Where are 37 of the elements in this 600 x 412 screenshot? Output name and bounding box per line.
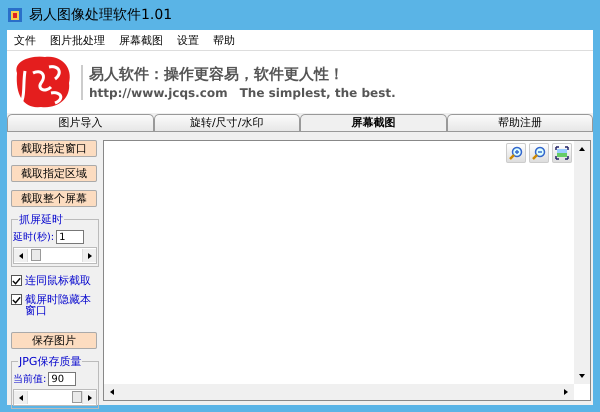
app-icon — [7, 7, 23, 23]
zoom-in-icon[interactable] — [506, 143, 526, 163]
menu-item[interactable]: 设置 — [170, 32, 206, 48]
capture-button[interactable]: 截取整个屏幕 — [11, 190, 97, 207]
checkbox-label: 连同鼠标截取 — [25, 275, 91, 286]
zoom-out-icon[interactable] — [529, 143, 549, 163]
tab[interactable]: 旋转/尺寸/水印 — [154, 114, 300, 131]
menu-item[interactable]: 屏幕截图 — [112, 32, 170, 48]
delay-field[interactable]: 1 — [56, 230, 84, 244]
group-title: JPG保存质量 — [18, 354, 82, 369]
horizontal-scrollbar[interactable] — [104, 384, 574, 400]
field-label: 当前值: — [13, 372, 46, 386]
checkbox[interactable] — [11, 275, 22, 286]
checkbox-label: 截屏时隐藏本窗口 — [25, 294, 92, 316]
quality-field[interactable]: 90 — [48, 372, 76, 386]
field-label: 延时(秒): — [13, 230, 54, 244]
menu-item[interactable]: 文件 — [7, 32, 43, 48]
menu-item[interactable]: 帮助 — [206, 32, 242, 48]
save-button[interactable]: 保存图片 — [11, 332, 97, 349]
motto: The simplest, the best. — [240, 86, 396, 100]
capture-button[interactable]: 截取指定区域 — [11, 165, 97, 182]
fit-image-icon[interactable] — [552, 143, 572, 163]
tab[interactable]: 图片导入 — [7, 114, 154, 131]
tab[interactable]: 屏幕截图 — [300, 114, 446, 131]
group-title: 抓屏延时 — [18, 212, 64, 227]
menu-item[interactable]: 图片批处理 — [43, 32, 112, 48]
checkbox[interactable] — [11, 294, 22, 305]
slider[interactable] — [13, 247, 97, 264]
tab[interactable]: 帮助注册 — [446, 114, 593, 131]
capture-button[interactable]: 截取指定窗口 — [11, 140, 97, 157]
slider-thumb[interactable] — [72, 391, 82, 403]
slider[interactable] — [13, 389, 97, 406]
website-link[interactable]: http://www.jcqs.com — [89, 86, 228, 100]
vertical-scrollbar[interactable] — [574, 141, 590, 384]
window-title: 易人图像处理软件1.01 — [29, 6, 172, 24]
slider-thumb[interactable] — [30, 249, 41, 261]
slogan: 易人软件：操作更容易，软件更人性！ — [89, 64, 345, 84]
